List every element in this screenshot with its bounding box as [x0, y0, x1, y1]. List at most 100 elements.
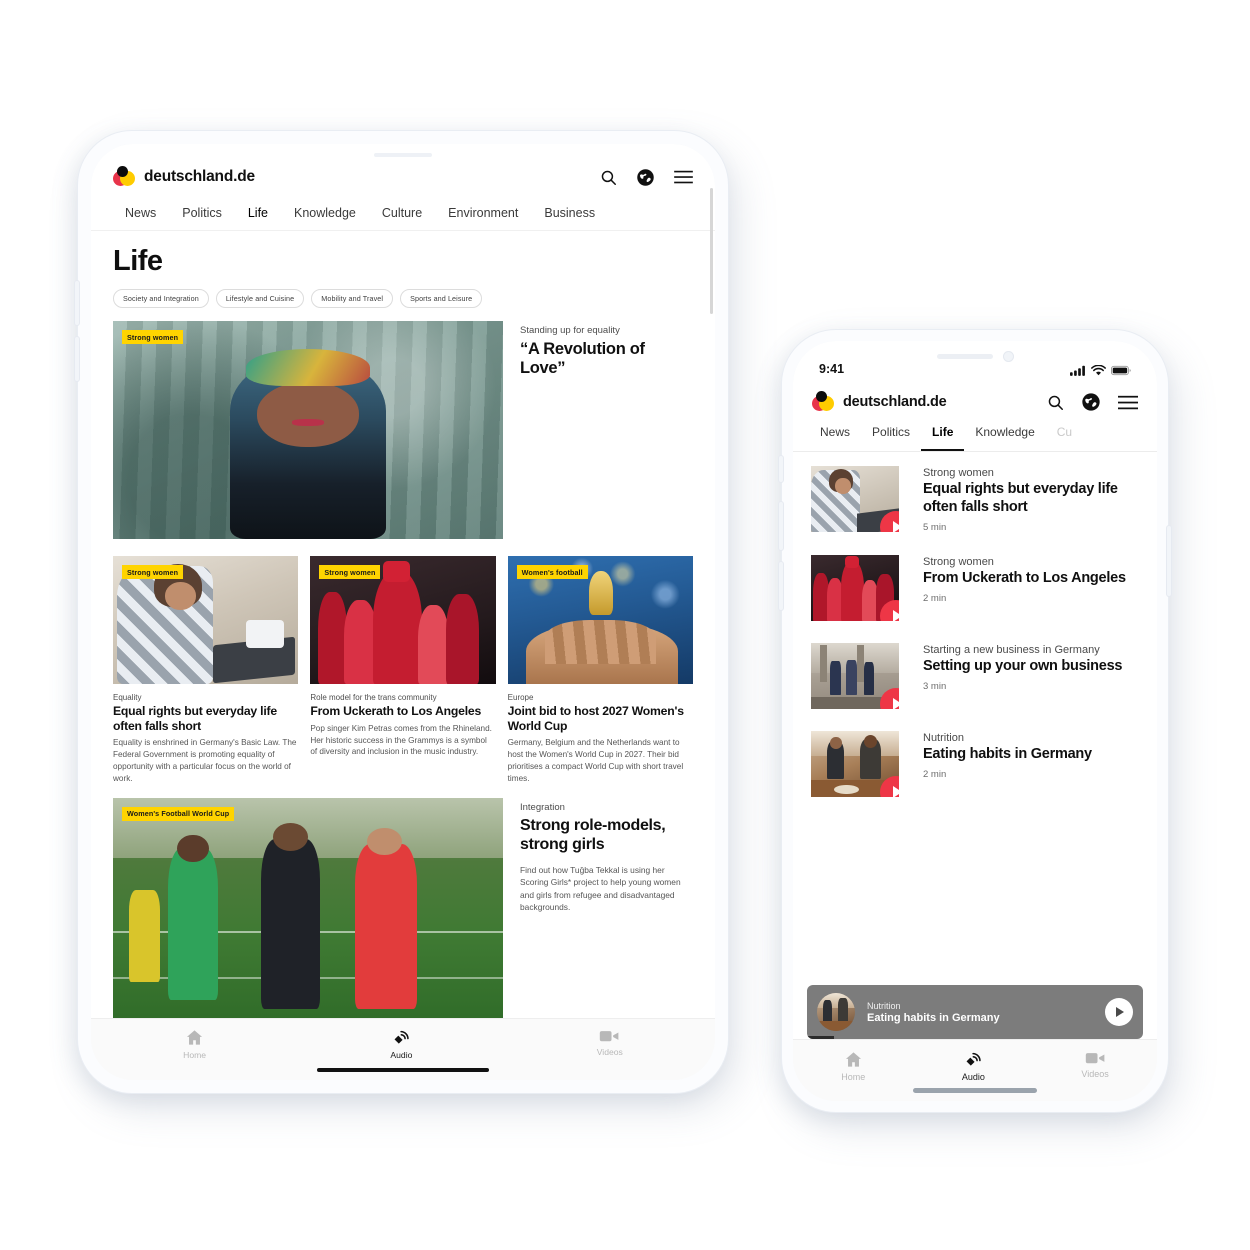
- page-title: Life: [113, 245, 163, 277]
- card-image-womens-football[interactable]: Women's football: [507, 556, 693, 684]
- card-badge: Women's football: [516, 565, 588, 579]
- chip-mobility-and-travel[interactable]: Mobility and Travel: [311, 289, 394, 308]
- phone-volume-up-button[interactable]: [779, 502, 783, 550]
- card-image-equality[interactable]: Strong women: [113, 556, 299, 684]
- category-chip-list: Society and Integration Lifestyle and Cu…: [91, 278, 715, 308]
- globe-icon[interactable]: [636, 168, 655, 187]
- phone-power-button[interactable]: [1167, 526, 1171, 596]
- feature-article[interactable]: Women's Football World Cup Integration S…: [91, 785, 715, 1028]
- audio-list-item[interactable]: Nutrition Eating habits in Germany 2 min: [793, 730, 1157, 797]
- tablet-volume-up-button[interactable]: [75, 281, 79, 325]
- episode-title[interactable]: From Uckerath to Los Angeles: [923, 570, 1139, 588]
- tablet-volume-down-button[interactable]: [75, 337, 79, 381]
- phone-volume-down-button[interactable]: [779, 562, 783, 610]
- hamburger-menu-icon[interactable]: [1118, 395, 1138, 410]
- deutschland-logo-icon: [812, 391, 834, 413]
- episode-thumbnail[interactable]: [811, 730, 899, 797]
- page-scrollbar[interactable]: [710, 188, 713, 314]
- tab-life[interactable]: Life: [921, 425, 965, 451]
- tabbar-item-videos[interactable]: Videos: [597, 1028, 623, 1057]
- tabbar-item-audio[interactable]: Audio: [962, 1050, 985, 1082]
- tab-environment[interactable]: Environment: [448, 202, 544, 230]
- audio-list-item[interactable]: Starting a new business in Germany Setti…: [793, 642, 1157, 709]
- screenshot-stage: deutschland.de News Politics Life Knowle…: [0, 0, 1250, 1250]
- search-icon[interactable]: [1047, 394, 1064, 411]
- hamburger-menu-icon[interactable]: [674, 170, 693, 184]
- play-icon[interactable]: [880, 687, 899, 709]
- episode-thumbnail[interactable]: [811, 466, 899, 532]
- tablet-screen: deutschland.de News Politics Life Knowle…: [91, 144, 715, 1080]
- status-time: 9:41: [819, 362, 845, 376]
- tabbar-item-home[interactable]: Home: [841, 1050, 865, 1082]
- hero-kicker: Standing up for equality: [520, 325, 620, 336]
- episode-kicker: Starting a new business in Germany: [923, 643, 1100, 656]
- phone-app-header: deutschland.de: [793, 379, 1157, 413]
- episode-meta: Nutrition Eating habits in Germany 2 min: [899, 731, 1139, 797]
- tab-knowledge[interactable]: Knowledge: [294, 202, 382, 230]
- tab-culture-truncated[interactable]: Cu: [1046, 425, 1083, 451]
- wifi-icon: [1091, 365, 1106, 376]
- phone-nav-tabs: News Politics Life Knowledge Cu: [793, 413, 1157, 452]
- miniplayer-thumbnail: [817, 993, 855, 1031]
- phone-home-indicator[interactable]: [913, 1088, 1037, 1093]
- audio-list-item[interactable]: Strong women From Uckerath to Los Angele…: [793, 554, 1157, 621]
- home-icon: [187, 1030, 203, 1045]
- article-card[interactable]: Strong women Role model for the trans co…: [310, 556, 496, 785]
- tab-politics[interactable]: Politics: [182, 202, 248, 230]
- feature-title[interactable]: Strong role-models, strong girls: [520, 817, 693, 855]
- tabbar-label-home: Home: [841, 1072, 866, 1082]
- play-icon[interactable]: [1105, 998, 1133, 1026]
- tab-news[interactable]: News: [125, 202, 182, 230]
- card-title[interactable]: Joint bid to host 2027 Women's World Cup: [508, 704, 693, 733]
- audio-list-item[interactable]: Strong women Equal rights but everyday l…: [793, 466, 1157, 533]
- phone-brand-logo[interactable]: deutschland.de: [812, 391, 947, 413]
- article-card[interactable]: Women's football Europe Joint bid to hos…: [507, 556, 693, 785]
- deutschland-logo-icon: [113, 166, 135, 188]
- tablet-brand-logo[interactable]: deutschland.de: [113, 166, 255, 188]
- tablet-home-indicator[interactable]: [317, 1068, 489, 1072]
- hero-title[interactable]: “A Revolution of Love”: [520, 340, 693, 378]
- earpiece-speaker-icon: [936, 353, 993, 359]
- audio-episode-list: Strong women Equal rights but everyday l…: [793, 452, 1157, 797]
- tabbar-item-home[interactable]: Home: [183, 1028, 206, 1060]
- episode-title[interactable]: Equal rights but everyday life often fal…: [923, 481, 1139, 516]
- tabbar-item-videos[interactable]: Videos: [1081, 1050, 1109, 1079]
- episode-duration: 2 min: [923, 768, 947, 780]
- tab-news[interactable]: News: [809, 425, 861, 451]
- audio-icon: [966, 1052, 981, 1066]
- hero-article[interactable]: Strong women Standing up for equality “A…: [91, 308, 715, 539]
- hero-image[interactable]: Strong women: [113, 321, 503, 539]
- feature-kicker: Integration: [520, 801, 565, 813]
- episode-thumbnail[interactable]: [811, 642, 899, 709]
- card-title[interactable]: Equal rights but everyday life often fal…: [113, 704, 298, 733]
- search-icon[interactable]: [600, 169, 617, 186]
- phone-bottom-tabbar: Home Audio Videos: [793, 1039, 1157, 1101]
- brand-name: deutschland.de: [843, 394, 947, 410]
- chip-sports-and-leisure[interactable]: Sports and Leisure: [400, 289, 483, 308]
- card-title[interactable]: From Uckerath to Los Angeles: [310, 704, 495, 719]
- chip-society-and-integration[interactable]: Society and Integration: [113, 289, 209, 308]
- episode-title[interactable]: Setting up your own business: [923, 658, 1139, 676]
- tab-culture[interactable]: Culture: [382, 202, 448, 230]
- phone-mute-switch[interactable]: [779, 456, 783, 482]
- tablet-nav-tabs: News Politics Life Knowledge Culture Env…: [91, 196, 715, 231]
- tab-politics[interactable]: Politics: [861, 425, 921, 451]
- tabbar-item-audio[interactable]: Audio: [390, 1028, 412, 1060]
- feature-image[interactable]: Women's Football World Cup: [113, 797, 503, 1028]
- feature-text-block: Integration Strong role-models, strong g…: [503, 798, 693, 1028]
- tab-knowledge[interactable]: Knowledge: [964, 425, 1045, 451]
- episode-meta: Strong women From Uckerath to Los Angele…: [899, 555, 1139, 621]
- card-image-trans-community[interactable]: Strong women: [310, 556, 496, 684]
- video-camera-icon: [600, 1031, 619, 1042]
- mini-audio-player[interactable]: Nutrition Eating habits in Germany: [807, 985, 1143, 1039]
- episode-thumbnail[interactable]: [811, 554, 899, 621]
- phone-screen: 9:41 deutschland.de News Politics Life K…: [793, 341, 1157, 1101]
- tab-business[interactable]: Business: [544, 202, 621, 230]
- episode-title[interactable]: Eating habits in Germany: [923, 746, 1139, 764]
- chip-lifestyle-and-cuisine[interactable]: Lifestyle and Cuisine: [215, 289, 305, 308]
- article-card[interactable]: Strong women Equality Equal rights but e…: [113, 556, 299, 785]
- globe-icon[interactable]: [1081, 392, 1101, 412]
- episode-duration: 5 min: [923, 521, 947, 533]
- card-body: Pop singer Kim Petras comes from the Rhi…: [310, 723, 492, 757]
- tab-life[interactable]: Life: [248, 202, 294, 230]
